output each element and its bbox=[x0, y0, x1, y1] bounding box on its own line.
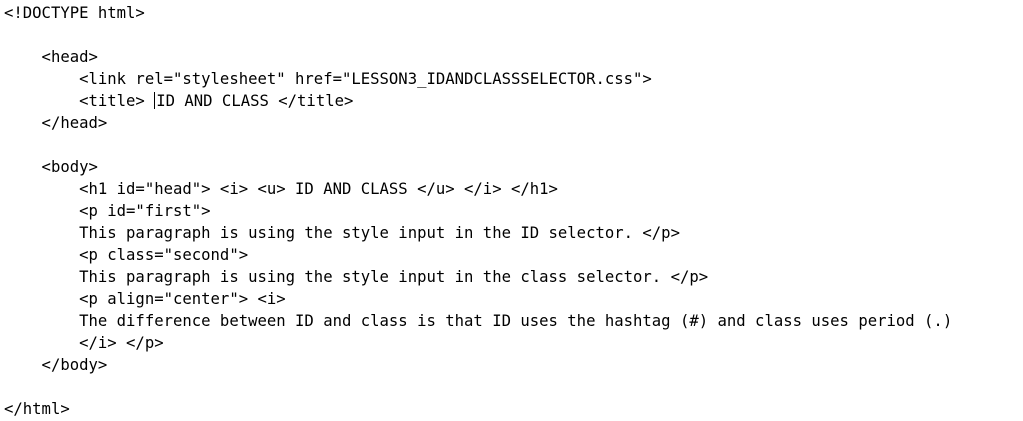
code-line-5: <title> ID AND CLASS </title> bbox=[4, 90, 952, 112]
code-line-12: <p class="second"> bbox=[4, 246, 249, 264]
code-line-5-before-caret: <title> bbox=[4, 92, 155, 110]
code-line-4: <link rel="stylesheet" href="LESSON3_IDA… bbox=[4, 70, 652, 88]
code-line-1: <!DOCTYPE html> bbox=[4, 4, 145, 22]
code-line-10: <p id="first"> bbox=[4, 202, 211, 220]
text-editor[interactable]: <!DOCTYPE html> <head> <link rel="styles… bbox=[0, 0, 1023, 421]
code-line-5-after-caret: ID AND CLASS </title> bbox=[156, 92, 354, 110]
code-line-19: </html> bbox=[4, 400, 70, 418]
code-line-16: </i> </p> bbox=[4, 334, 164, 352]
code-line-15: The difference between ID and class is t… bbox=[4, 312, 953, 330]
code-content[interactable]: <!DOCTYPE html> <head> <link rel="styles… bbox=[4, 2, 952, 420]
code-line-3: <head> bbox=[4, 48, 98, 66]
code-line-11: This paragraph is using the style input … bbox=[4, 224, 680, 242]
code-line-8: <body> bbox=[4, 158, 98, 176]
code-line-6: </head> bbox=[4, 114, 108, 132]
code-line-17: </body> bbox=[4, 356, 108, 374]
code-line-13: This paragraph is using the style input … bbox=[4, 268, 709, 286]
code-line-14: <p align="center"> <i> bbox=[4, 290, 286, 308]
code-line-9: <h1 id="head"> <i> <u> ID AND CLASS </u>… bbox=[4, 180, 558, 198]
